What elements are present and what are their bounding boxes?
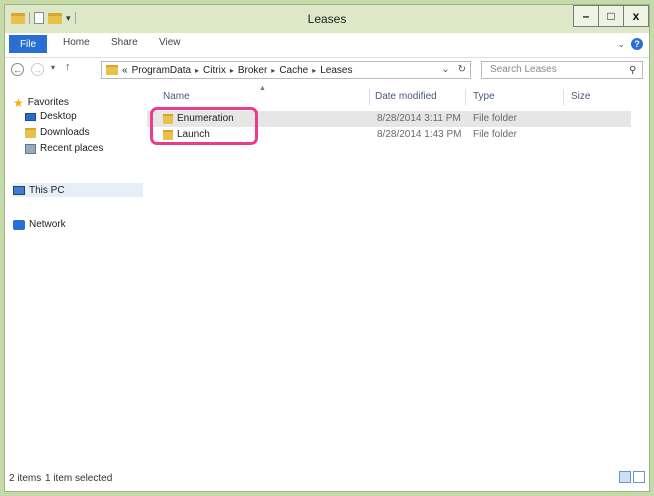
folder-icon [163,130,173,140]
large-icons-view-icon[interactable] [633,471,645,483]
breadcrumb: ProgramData ▸ Citrix ▸ Broker ▸ Cache ▸ … [132,65,353,76]
row-name: Enumeration [163,111,234,127]
address-bar[interactable]: « ProgramData ▸ Citrix ▸ Broker ▸ Cache … [101,61,471,79]
address-row: ← → ▾ ↑ « ProgramData ▸ Citrix ▸ Broker … [5,57,649,83]
star-icon: ★ [13,95,24,110]
nav-downloads[interactable]: Downloads [25,127,89,138]
downloads-icon [25,127,36,138]
column-header-date[interactable]: Date modified [375,87,437,107]
window-title: Leases [307,12,347,26]
chevron-right-icon[interactable]: ▸ [271,66,275,75]
row-type: File folder [473,113,517,124]
back-button[interactable]: ← [11,63,24,76]
nav-label: This PC [29,184,65,196]
view-toggle [619,471,645,483]
row-name: Launch [163,127,210,143]
window-controls: – □ x [573,5,649,27]
ribbon-right-controls: ⌄ ? [617,38,643,50]
navigation-pane: ★ Favorites Desktop Downloads Recent pla… [5,85,143,465]
address-history-dropdown[interactable]: ⌄ [441,64,449,75]
nav-network[interactable]: Network [13,219,66,230]
breadcrumb-leases[interactable]: Leases [320,65,352,76]
title-bar: ▾ Leases – □ x [5,5,649,33]
table-row[interactable]: Launch 8/28/2014 1:43 PM File folder [147,127,631,143]
up-button[interactable]: ↑ [65,61,71,73]
network-icon [13,219,25,230]
table-row[interactable]: Enumeration 8/28/2014 3:11 PM File folde… [147,111,631,127]
column-divider[interactable] [465,89,466,105]
column-header-name[interactable]: Name [163,87,190,107]
folder-icon [106,65,118,75]
item-count: 2 items [9,473,42,484]
computer-icon [13,185,25,195]
tab-home[interactable]: Home [63,37,90,48]
column-divider[interactable] [369,89,370,105]
tab-share[interactable]: Share [111,37,138,48]
chevron-right-icon[interactable]: ▸ [195,66,199,75]
row-date: 8/28/2014 1:43 PM [377,129,462,140]
expand-ribbon-icon[interactable]: ⌄ [617,39,625,50]
selection-count: 1 item selected [45,473,113,484]
breadcrumb-overflow[interactable]: « [122,65,128,76]
refresh-icon[interactable]: ↻ [458,64,466,75]
chevron-right-icon[interactable]: ▸ [230,66,234,75]
chevron-right-icon[interactable]: ▸ [312,66,316,75]
forward-button[interactable]: → [31,63,44,76]
breadcrumb-broker[interactable]: Broker [238,65,267,76]
nav-label: Downloads [40,127,90,138]
sort-ascending-icon: ▲ [259,85,266,92]
breadcrumb-citrix[interactable]: Citrix [203,65,226,76]
nav-label: Recent places [40,143,104,154]
file-list: Name ▲ Date modified Type Size Enumerati… [145,85,649,465]
maximize-button[interactable]: □ [598,5,624,27]
recent-places-icon [25,143,36,154]
nav-desktop[interactable]: Desktop [25,111,77,122]
row-name-label: Launch [177,129,210,140]
column-header-type[interactable]: Type [473,87,495,107]
forward-arrow-icon: → [31,63,44,76]
tab-file[interactable]: File [9,35,47,53]
address-tools: ⌄ ↻ [441,64,466,75]
row-type: File folder [473,129,517,140]
row-date: 8/28/2014 3:11 PM [377,113,461,124]
explorer-window: ▾ Leases – □ x File Home Share View ⌄ ? … [4,4,650,492]
breadcrumb-programdata[interactable]: ProgramData [132,65,191,76]
status-bar: 2 items 1 item selected [5,465,649,491]
column-divider[interactable] [563,89,564,105]
help-icon[interactable]: ? [631,38,643,50]
nav-recent-places[interactable]: Recent places [25,143,103,154]
recent-locations-dropdown[interactable]: ▾ [51,63,55,72]
nav-label: Desktop [40,111,77,122]
nav-this-pc[interactable]: This PC [13,183,143,197]
nav-label: Favorites [27,97,69,108]
search-input[interactable]: Search Leases [481,61,643,79]
close-button[interactable]: x [623,5,649,27]
tab-view[interactable]: View [159,37,181,48]
folder-icon [163,114,173,124]
breadcrumb-cache[interactable]: Cache [279,65,308,76]
ribbon-tabs: File Home Share View ⌄ ? [5,33,649,58]
details-view-icon[interactable] [619,471,631,483]
nav-favorites[interactable]: ★ Favorites [13,95,69,110]
column-header-size[interactable]: Size [571,87,590,107]
desktop-icon [25,112,36,121]
row-name-label: Enumeration [177,113,234,124]
minimize-button[interactable]: – [573,5,599,27]
search-icon[interactable]: ⚲ [629,65,636,76]
nav-label: Network [29,219,66,230]
back-arrow-icon: ← [11,63,24,76]
